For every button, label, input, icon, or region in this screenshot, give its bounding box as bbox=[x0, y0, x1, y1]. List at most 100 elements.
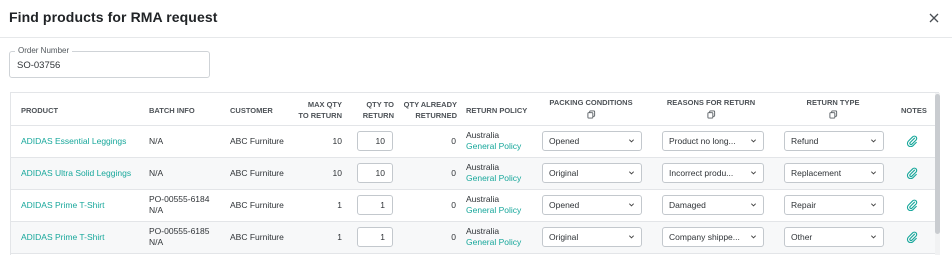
col-qty-to-return-line1: QTY TO bbox=[366, 100, 394, 109]
col-packing-label: PACKING CONDITIONS bbox=[549, 98, 633, 107]
qty-to-return-input[interactable]: 1 bbox=[357, 195, 393, 215]
reason-value: Company shippe... bbox=[669, 232, 740, 242]
policy-region: Australia bbox=[466, 162, 500, 172]
qty-to-return-input[interactable]: 10 bbox=[357, 131, 393, 151]
return-policy: Australia General Policy bbox=[466, 194, 521, 216]
product-link[interactable]: ADIDAS Prime T-Shirt bbox=[21, 232, 104, 243]
col-batch-info: BATCH INFO bbox=[149, 106, 195, 115]
packing-select[interactable]: Opened bbox=[542, 131, 642, 151]
policy-region: Australia bbox=[466, 194, 500, 204]
product-link[interactable]: ADIDAS Ultra Solid Leggings bbox=[21, 168, 131, 179]
table-row: ADIDAS Prime T-Shirt PO-00555-6184 N/A A… bbox=[11, 190, 938, 222]
policy-link[interactable]: General Policy bbox=[466, 173, 521, 184]
chevron-down-icon bbox=[750, 171, 757, 175]
col-max-qty-line1: MAX QTY bbox=[307, 100, 342, 109]
return-type-value: Other bbox=[791, 232, 813, 242]
paperclip-icon[interactable] bbox=[906, 135, 918, 147]
chevron-down-icon bbox=[750, 139, 757, 143]
table-row: ADIDAS Prime T-Shirt PO-00555-6185 N/A A… bbox=[11, 222, 938, 254]
close-icon[interactable] bbox=[926, 10, 942, 26]
reason-select[interactable]: Company shippe... bbox=[662, 227, 764, 247]
copy-icon[interactable] bbox=[828, 110, 838, 119]
reason-select[interactable]: Incorrect produ... bbox=[662, 163, 764, 183]
policy-region: Australia bbox=[466, 226, 500, 236]
copy-icon[interactable] bbox=[706, 110, 716, 119]
col-customer: CUSTOMER bbox=[230, 106, 273, 115]
paperclip-icon[interactable] bbox=[906, 231, 918, 243]
col-qty-to-return: QTY TO RETURN bbox=[351, 99, 394, 121]
return-type-value: Repair bbox=[791, 200, 817, 210]
qty-to-return-input[interactable]: 1 bbox=[357, 227, 393, 247]
col-notes: NOTES bbox=[901, 106, 927, 115]
chevron-down-icon bbox=[750, 235, 757, 239]
packing-value: Original bbox=[549, 168, 579, 178]
qty-already-returned: 0 bbox=[451, 200, 456, 210]
batch-info: N/A bbox=[149, 136, 164, 146]
chevron-down-icon bbox=[628, 139, 635, 143]
chevron-down-icon bbox=[870, 235, 877, 239]
chevron-down-icon bbox=[870, 139, 877, 143]
packing-select[interactable]: Original bbox=[542, 163, 642, 183]
chevron-down-icon bbox=[870, 203, 877, 207]
col-packing-conditions: PACKING CONDITIONS bbox=[541, 97, 641, 119]
scrollbar-thumb[interactable] bbox=[935, 94, 940, 234]
return-type-value: Replacement bbox=[791, 168, 842, 178]
return-type-select[interactable]: Replacement bbox=[784, 163, 884, 183]
batch-number: PO-00555-6185 bbox=[149, 226, 210, 236]
chevron-down-icon bbox=[628, 171, 635, 175]
qty-already-returned: 0 bbox=[451, 136, 456, 146]
reason-value: Incorrect produ... bbox=[669, 168, 734, 178]
copy-icon[interactable] bbox=[586, 110, 596, 119]
return-policy: Australia General Policy bbox=[466, 162, 521, 184]
order-number-value[interactable]: SO-03756 bbox=[17, 60, 60, 71]
col-qty-already-line1: QTY ALREADY bbox=[403, 100, 457, 109]
col-qty-already-returned: QTY ALREADY RETURNED bbox=[401, 99, 457, 121]
policy-region: Australia bbox=[466, 130, 500, 140]
order-number-label: Order Number bbox=[15, 46, 73, 56]
table-header: PRODUCT BATCH INFO CUSTOMER MAX QTY TO R… bbox=[11, 93, 938, 126]
batch-number: PO-00555-6184 bbox=[149, 194, 210, 204]
table-row: ADIDAS Ultra Solid Leggings N/A ABC Furn… bbox=[11, 158, 938, 190]
col-return-policy: RETURN POLICY bbox=[466, 106, 528, 115]
customer: ABC Furniture bbox=[230, 200, 284, 210]
return-policy: Australia General Policy bbox=[466, 130, 521, 152]
chevron-down-icon bbox=[628, 203, 635, 207]
packing-value: Opened bbox=[549, 200, 580, 210]
policy-link[interactable]: General Policy bbox=[466, 237, 521, 248]
batch-info: PO-00555-6185 N/A bbox=[149, 226, 210, 248]
reason-select[interactable]: Product no long... bbox=[662, 131, 764, 151]
policy-link[interactable]: General Policy bbox=[466, 141, 521, 152]
batch-info: N/A bbox=[149, 168, 164, 178]
max-qty: 10 bbox=[332, 136, 342, 146]
chevron-down-icon bbox=[628, 235, 635, 239]
product-link[interactable]: ADIDAS Essential Leggings bbox=[21, 136, 126, 147]
packing-select[interactable]: Original bbox=[542, 227, 642, 247]
max-qty: 10 bbox=[332, 168, 342, 178]
chevron-down-icon bbox=[870, 171, 877, 175]
col-return-type: RETURN TYPE bbox=[783, 97, 883, 119]
table-row: ADIDAS Essential Leggings N/A ABC Furnit… bbox=[11, 126, 938, 158]
reason-value: Damaged bbox=[669, 200, 706, 210]
packing-select[interactable]: Opened bbox=[542, 195, 642, 215]
return-type-select[interactable]: Refund bbox=[784, 131, 884, 151]
customer: ABC Furniture bbox=[230, 232, 284, 242]
return-type-select[interactable]: Other bbox=[784, 227, 884, 247]
order-number-field[interactable]: Order Number SO-03756 bbox=[9, 46, 210, 78]
product-link[interactable]: ADIDAS Prime T-Shirt bbox=[21, 200, 104, 211]
reason-select[interactable]: Damaged bbox=[662, 195, 764, 215]
paperclip-icon[interactable] bbox=[906, 167, 918, 179]
col-qty-to-return-line2: RETURN bbox=[362, 111, 394, 120]
packing-value: Opened bbox=[549, 136, 580, 146]
reason-value: Product no long... bbox=[669, 136, 736, 146]
modal-title: Find products for RMA request bbox=[9, 9, 218, 25]
qty-to-return-input[interactable]: 10 bbox=[357, 163, 393, 183]
products-table: PRODUCT BATCH INFO CUSTOMER MAX QTY TO R… bbox=[10, 92, 939, 255]
col-reasons-label: REASONS FOR RETURN bbox=[666, 98, 756, 107]
return-type-select[interactable]: Repair bbox=[784, 195, 884, 215]
return-policy: Australia General Policy bbox=[466, 226, 521, 248]
return-type-value: Refund bbox=[791, 136, 819, 146]
modal-header: Find products for RMA request bbox=[0, 0, 952, 38]
paperclip-icon[interactable] bbox=[906, 199, 918, 211]
policy-link[interactable]: General Policy bbox=[466, 205, 521, 216]
qty-already-returned: 0 bbox=[451, 168, 456, 178]
